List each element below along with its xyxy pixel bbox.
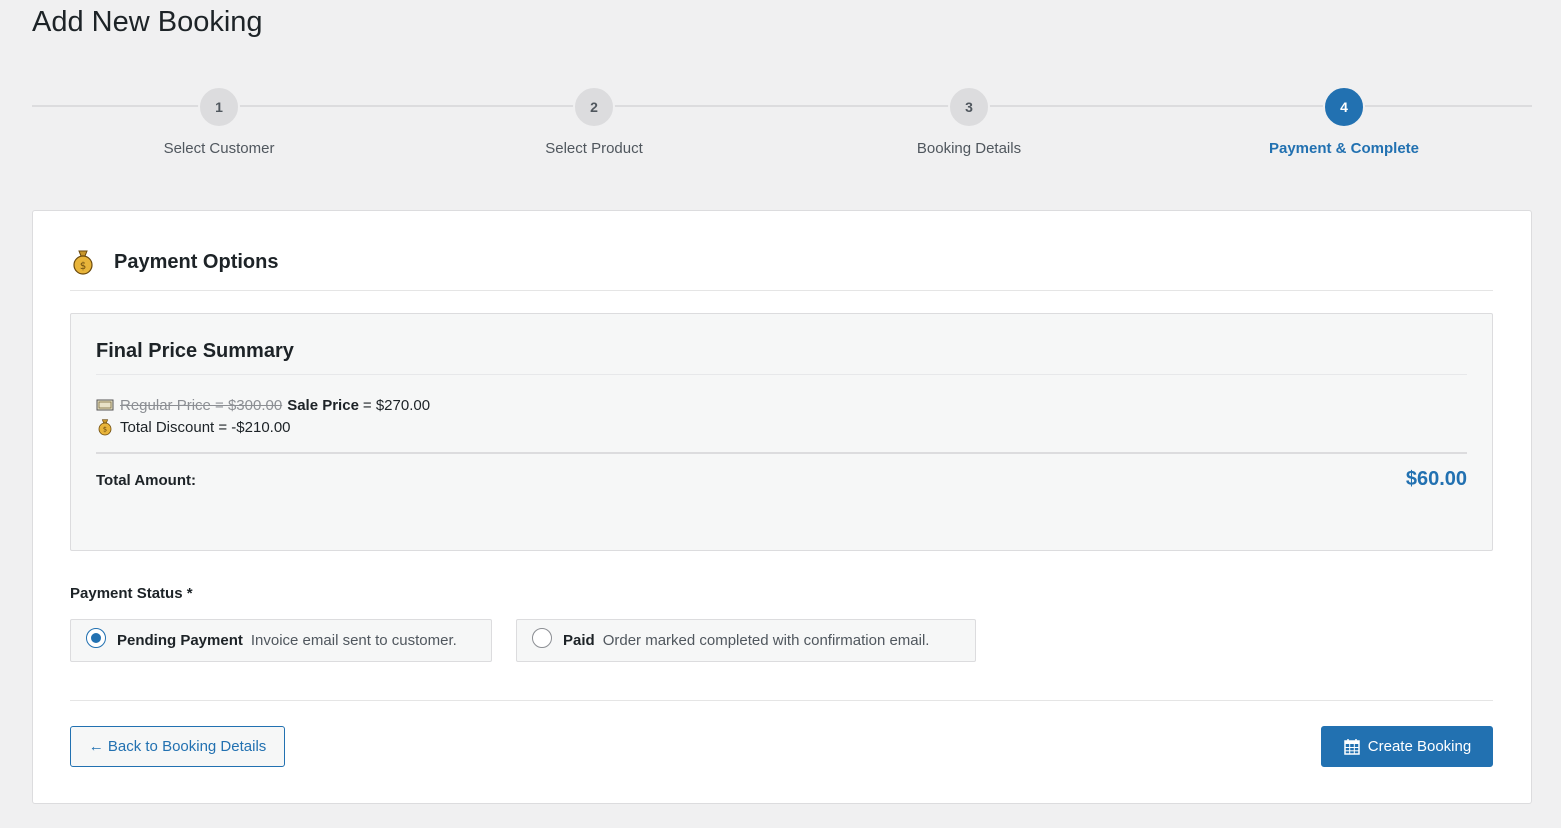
step-booking-details[interactable]: 3 Booking Details: [819, 86, 1119, 157]
price-line: Regular Price = $300.00 Sale Price = $27…: [96, 396, 430, 414]
divider: [70, 700, 1493, 701]
step-number: 2: [573, 86, 615, 128]
create-booking-button[interactable]: Create Booking: [1321, 726, 1493, 767]
section-header: $ Payment Options: [70, 247, 1493, 291]
step-label: Select Product: [545, 140, 643, 157]
radio-pending-payment[interactable]: Pending Payment Invoice email sent to cu…: [70, 619, 492, 662]
money-bag-icon: $: [96, 418, 114, 436]
divider: [96, 452, 1467, 454]
step-payment-complete[interactable]: 4 Payment & Complete: [1194, 86, 1494, 157]
radio-button-checked[interactable]: [86, 627, 106, 648]
radio-button[interactable]: [532, 627, 552, 648]
radio-paid[interactable]: Paid Order marked completed with confirm…: [516, 619, 976, 662]
discount-line: $ Total Discount = -$210.00: [96, 418, 291, 436]
booking-stepper: 1 Select Customer 2 Select Product 3 Boo…: [32, 86, 1532, 166]
step-number: 3: [948, 86, 990, 128]
sale-price-label: Sale Price: [287, 396, 359, 414]
radio-description: Invoice email sent to customer.: [250, 632, 457, 649]
step-number: 4: [1323, 86, 1365, 128]
page-title: Add New Booking: [32, 6, 263, 38]
back-to-booking-details-button[interactable]: ← Back to Booking Details: [70, 726, 285, 767]
svg-text:$: $: [80, 261, 86, 272]
summary-title: Final Price Summary: [96, 340, 294, 362]
step-label: Select Customer: [163, 140, 275, 157]
page: Add New Booking 1 Select Customer 2 Sele…: [0, 0, 1561, 828]
radio-description: Order marked completed with confirmation…: [602, 632, 930, 649]
divider: [96, 374, 1467, 375]
total-amount-value: $60.00: [1405, 468, 1467, 490]
radio-title: Pending Payment: [117, 632, 243, 649]
step-number: 1: [198, 86, 240, 128]
step-select-product[interactable]: 2 Select Product: [444, 86, 744, 157]
total-discount: Total Discount = -$210.00: [120, 418, 291, 436]
money-bag-icon: $: [70, 249, 96, 275]
total-amount-label: Total Amount:: [96, 472, 196, 489]
step-label: Booking Details: [916, 140, 1022, 157]
payment-card: $ Payment Options Final Price Summary Re…: [32, 210, 1532, 804]
step-label: Payment & Complete: [1268, 140, 1420, 157]
svg-text:$: $: [103, 426, 107, 434]
calendar-icon: [1343, 738, 1361, 756]
price-summary: Final Price Summary Regular Price = $300…: [70, 313, 1493, 551]
payment-status-label: Payment Status *: [70, 585, 193, 602]
section-title: Payment Options: [114, 251, 279, 273]
regular-price: Regular Price = $300.00: [120, 396, 283, 414]
radio-title: Paid: [563, 632, 595, 649]
price-tag-icon: [96, 396, 114, 414]
sale-price-value: = $270.00: [362, 396, 431, 414]
create-booking-label: Create Booking: [1367, 738, 1472, 755]
step-select-customer[interactable]: 1 Select Customer: [69, 86, 369, 157]
